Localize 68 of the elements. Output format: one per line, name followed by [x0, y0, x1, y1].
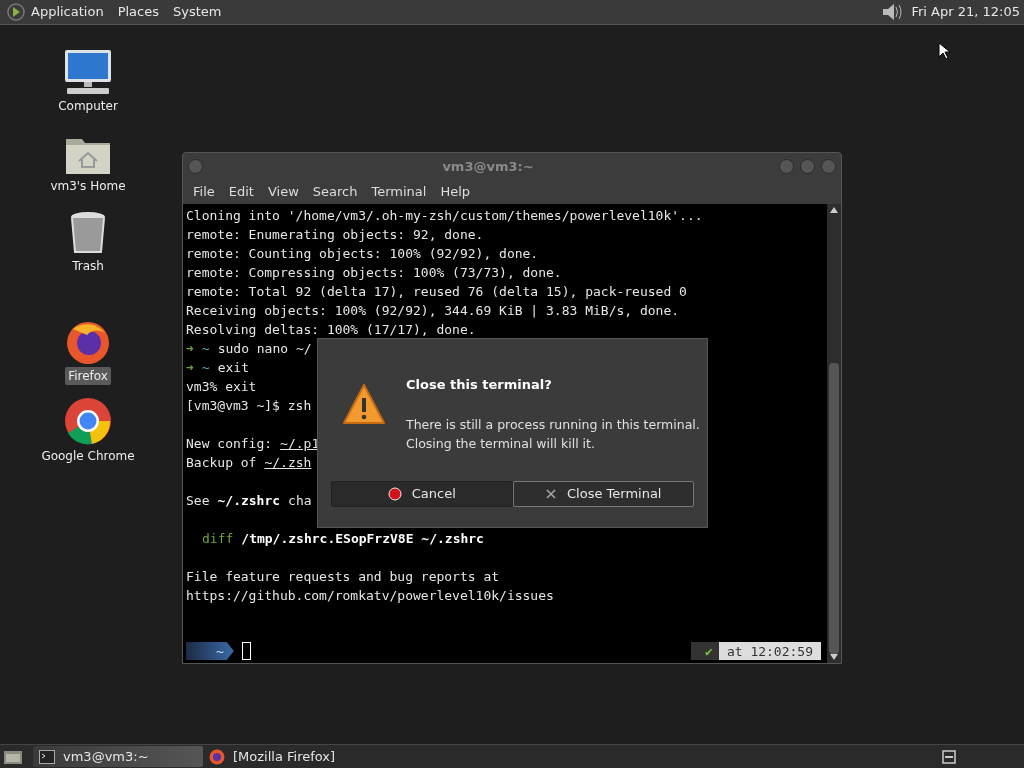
scrollbar[interactable]: [827, 204, 841, 663]
terminal-text: remote: Compressing objects: 100% (73/73), done.: [186, 264, 562, 282]
desktop-icon-label[interactable]: vm3's Home: [47, 177, 129, 195]
terminal-text: ➜: [186, 340, 194, 358]
terminal-text: /tmp/.zshrc.ESopFrzV8E ~/.zshrc: [241, 530, 484, 548]
mouse-pointer-icon: [938, 42, 950, 60]
close-icon: [545, 488, 557, 500]
terminal-text: ~: [201, 340, 210, 358]
terminal-text: remote: Enumerating objects: 92, done.: [186, 226, 484, 244]
stop-icon: [387, 487, 402, 501]
firefox-icon: [65, 319, 111, 365]
close-terminal-button[interactable]: Close Terminal: [512, 481, 694, 507]
panel-menu[interactable]: Application: [31, 2, 104, 22]
chrome-icon: [64, 397, 112, 445]
firefox-icon: [209, 748, 225, 765]
clock[interactable]: Fri Apr 21, 12:05: [911, 2, 1020, 22]
menu-item[interactable]: File: [186, 182, 222, 202]
window-list-icon[interactable]: [942, 749, 956, 764]
trash-icon: [69, 211, 107, 255]
terminal-text: ➜: [186, 359, 194, 377]
terminal-text: Resolving deltas: 100% (17/17), done.: [186, 321, 476, 339]
terminal-text: ~: [201, 359, 210, 377]
menu-logo-icon: [7, 3, 25, 21]
volume-icon[interactable]: [881, 2, 904, 22]
terminal-text: vm3% exit: [186, 378, 257, 396]
prompt-status: ✔: [691, 642, 719, 660]
cancel-button[interactable]: Cancel: [331, 481, 513, 507]
terminal-text: See: [186, 492, 210, 510]
terminal-text: remote: Total 92 (delta 17), reused 76 (delta 15), pack-reused 0: [186, 283, 687, 301]
terminal-text: Receiving objects: 100% (92/92), 344.69 KiB | 3.83 MiB/s, done.: [186, 302, 680, 320]
desktop-icon-label[interactable]: Firefox: [65, 367, 111, 385]
panel-menu[interactable]: Places: [117, 2, 159, 22]
menu-item[interactable]: Help: [433, 182, 478, 202]
terminal-text: [vm3@vm3 ~]$ zsh: [186, 397, 312, 415]
prompt-directory: ~: [186, 642, 234, 660]
menu-item[interactable]: Edit: [221, 182, 261, 202]
desktop-icon-label[interactable]: Google Chrome: [38, 447, 138, 465]
desktop-icon-label[interactable]: Trash: [69, 257, 107, 275]
terminal-text: ~/.p1: [280, 435, 320, 453]
terminal-text: ~/.zsh: [264, 454, 312, 472]
warning-icon: [342, 383, 386, 425]
text-cursor: [241, 642, 251, 660]
panel-menu[interactable]: System: [173, 2, 222, 22]
terminal-text: Cloning into '/home/vm3/.oh-my-zsh/custom/themes/powerlevel10k'...: [186, 207, 703, 225]
show-desktop-icon[interactable]: [3, 748, 23, 765]
menu-item[interactable]: Search: [305, 182, 365, 202]
terminal-text: https://github.com/romkatv/powerlevel10k/issues: [186, 587, 554, 605]
desktop-icon-label[interactable]: Computer: [55, 97, 121, 115]
computer-icon: [63, 49, 113, 95]
scroll-up-icon[interactable]: [830, 207, 838, 213]
dialog-message: There is still a process running in this terminal. Closing the terminal will kill it.: [406, 415, 700, 453]
terminal-text: exit: [217, 359, 249, 377]
menu-item[interactable]: Terminal: [364, 182, 434, 202]
terminal-text: cha: [288, 492, 312, 510]
terminal-text: ~/.zshrc: [217, 492, 281, 510]
terminal-text: diff: [202, 530, 234, 548]
prompt-time: at 12:02:59: [718, 642, 821, 660]
dialog-title: Close this terminal?: [406, 376, 553, 394]
terminal-text: Backup of: [186, 454, 257, 472]
menu-item[interactable]: View: [260, 182, 306, 202]
terminal-text: sudo nano ~/: [217, 340, 312, 358]
terminal-icon: [39, 749, 55, 764]
taskbar-button[interactable]: [Mozilla Firefox]: [203, 746, 373, 767]
terminal-text: New config:: [186, 435, 273, 453]
terminal-text: remote: Counting objects: 100% (92/92), done.: [186, 245, 539, 263]
window-title: vm3@vm3:~: [441, 157, 535, 176]
terminal-text: File feature requests and bug reports at: [186, 568, 500, 586]
taskbar-button[interactable]: vm3@vm3:~: [33, 746, 203, 767]
